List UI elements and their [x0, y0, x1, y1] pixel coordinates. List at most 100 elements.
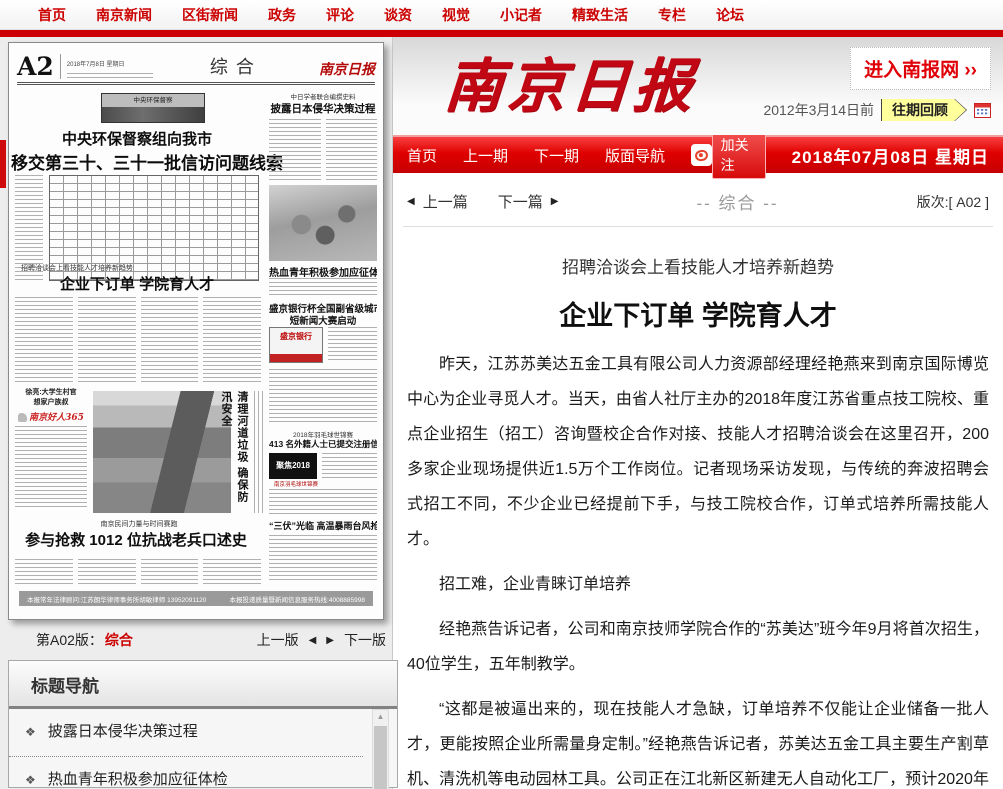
prev-page-link[interactable]: 上一版: [257, 630, 299, 650]
title-nav-list: ❖ 披露日本侵华决策过程 ❖ 热血青年积极参加应征体检 ❖ 盛京银行杯全国副省级…: [9, 709, 397, 789]
bullet-icon: ❖: [25, 725, 36, 739]
calendar-icon[interactable]: [974, 103, 991, 118]
paper-focus-row: 聚焦2018: [269, 453, 377, 479]
scroll-up-icon[interactable]: ▲: [373, 710, 388, 724]
top-nav-nanjing-news[interactable]: 南京新闻: [96, 5, 152, 25]
top-nav-column[interactable]: 专栏: [658, 5, 686, 25]
top-nav-life[interactable]: 精致生活: [572, 5, 628, 25]
title-nav-panel: 标题导航 ❖ 披露日本侵华决策过程 ❖ 热血青年积极参加应征体检 ❖ 盛京银行杯…: [8, 660, 398, 788]
haoren365-logo: 南京好人365: [15, 410, 87, 423]
archive-button[interactable]: 往期回顾: [881, 99, 967, 121]
paper-bottom-headline: 参与抢救 1012 位抗战老兵口述史: [11, 529, 261, 550]
title-nav-header: 标题导航: [9, 661, 397, 709]
title-nav-scrollbar[interactable]: ▲: [372, 709, 389, 789]
bank-logo: 盛京银行: [269, 327, 323, 363]
layout-nav-link[interactable]: 版面导航: [605, 145, 665, 166]
paper-exam-text: [269, 278, 377, 296]
top-nav: 首页 南京新闻 区街新闻 政务 评论 谈资 视觉 小记者 精致生活 专栏 论坛: [0, 0, 1003, 30]
paper-right-headline: 披露日本侵华决策过程: [269, 101, 377, 116]
haoren365-text: 南京好人365: [29, 413, 84, 423]
next-article-link[interactable]: 下一篇: [498, 191, 543, 212]
red-divider: [0, 30, 1003, 37]
paper-focus-text: [322, 453, 377, 479]
paper-bottom-text: [15, 559, 261, 585]
paper-bank-headline-2: 短新闻大赛启动: [269, 313, 377, 327]
archive-row: 2012年3月14日前 往期回顾: [763, 99, 991, 121]
paper-vertical-headline: 清理河道垃圾 确保防汛安全: [235, 391, 250, 513]
focus-2018-box: 聚焦2018: [269, 453, 317, 479]
top-nav-comment[interactable]: 评论: [326, 5, 354, 25]
paper-main-headline-line1: 中央环保督察组向我市: [11, 128, 263, 149]
article-title: 企业下订单 学院育人才: [393, 294, 1003, 333]
prev-issue-link[interactable]: 上一期: [463, 145, 508, 166]
top-nav-district-news[interactable]: 区街新闻: [182, 5, 238, 25]
paper-right-text-4: [269, 535, 377, 583]
next-article-icon[interactable]: ▶: [551, 196, 559, 207]
prev-article-icon[interactable]: ◀: [407, 196, 415, 207]
prev-page-icon[interactable]: ◀: [309, 635, 317, 646]
paper-villager-headline-2: 想家户族叔: [15, 397, 87, 407]
article-body: 昨天，江苏苏美达五金工具有限公司人力资源部经理经艳燕来到南京国际博览中心为企业寻…: [393, 347, 1003, 789]
right-column: 南京日报 进入南报网 ›› 2012年3月14日前 往期回顾 首页 上一期 下一…: [392, 37, 1003, 789]
article-paragraph: “这都是被逼出来的，现在技能人才急缺，订单培养不仅能让企业储备一批人才，更能按照…: [407, 692, 989, 789]
title-nav-item[interactable]: ❖ 热血青年积极参加应征体检: [9, 757, 363, 789]
paper-sanfu-headline: “三伏”光临 高温暴雨台风抢戏: [269, 519, 377, 532]
paper-vertical-caption: [254, 391, 263, 513]
focus-2018-sub: 南京羽毛球世锦赛: [269, 480, 323, 488]
paper-footer-bar: 本报常年法律顾问:江苏朗华律师事务所胡敏律师 13952091120 本报投递质…: [19, 591, 373, 606]
scrollbar-thumb[interactable]: [374, 726, 387, 789]
article-kicker: 招聘洽谈会上看技能人才培养新趋势: [393, 253, 1003, 278]
section-label: -- 综合 --: [558, 189, 916, 214]
title-nav-item-label: 披露日本侵华决策过程: [48, 721, 198, 744]
top-nav-junior-reporter[interactable]: 小记者: [500, 5, 542, 25]
top-nav-home[interactable]: 首页: [38, 5, 66, 25]
newspaper-logo[interactable]: 南京日报: [442, 39, 700, 123]
bank-logo-red-strip: [270, 354, 322, 362]
paper-badminton-headline: 413 名外籍人士已提交注册信息: [269, 438, 377, 450]
paper-mini-logo: 南京日报: [319, 59, 375, 79]
page-number-label: 版次:[ A02 ]: [917, 192, 989, 212]
prev-article-link[interactable]: 上一篇: [423, 191, 468, 212]
title-nav-item[interactable]: ❖ 披露日本侵华决策过程: [9, 709, 363, 757]
article-nav-row: ◀ 上一篇 下一篇 ▶ -- 综合 -- 版次:[ A02 ]: [403, 181, 993, 227]
left-edge-banner: [0, 140, 6, 188]
archive-date: 2012年3月14日前: [763, 100, 874, 120]
paper-bank-logo-row: 盛京银行: [269, 327, 377, 363]
weibo-follow-button[interactable]: 加关注: [712, 132, 766, 179]
page-label: 第A02版：: [36, 630, 103, 650]
paper-header: A2 2018年7月8日 星期日 综合 南京日报: [17, 49, 375, 85]
paper-section-title: 综合: [153, 53, 319, 79]
archive-button-label: 往期回顾: [882, 99, 966, 121]
paper-footer-left: 本报常年法律顾问:江苏朗华律师事务所胡敏律师 13952091120: [27, 594, 206, 604]
next-page-link[interactable]: 下一版: [344, 630, 386, 650]
paper-villager-box: 徐亮:大学生村官 想家户族叔 南京好人365: [15, 387, 87, 510]
weibo-icon[interactable]: [691, 144, 712, 166]
paper-bank-text: [328, 327, 377, 363]
top-nav-vision[interactable]: 视觉: [442, 5, 470, 25]
paper-main-headline: 中央环保督察组向我市 移交第三十、三十一批信访问题线索: [11, 128, 263, 174]
enter-site-button[interactable]: 进入南报网 ››: [850, 47, 991, 90]
paper-footer-right: 本报投递质量暨新闻信息服务热线:4008885998: [230, 594, 365, 604]
newspaper-page-scan[interactable]: A2 2018年7月8日 星期日 综合 南京日报 中央环保督察 中央环保督察组向…: [8, 42, 384, 620]
weibo-eye-glyph: [694, 148, 709, 161]
article-paragraph: 昨天，江苏苏美达五金工具有限公司人力资源部经理经艳燕来到南京国际博览中心为企业寻…: [407, 347, 989, 557]
top-nav-gov[interactable]: 政务: [268, 5, 296, 25]
paper-villager-headline-1: 徐亮:大学生村官: [15, 387, 87, 397]
paper-date: 2018年7月8日 星期日: [67, 62, 125, 68]
paper-exam-headline: 热血青年积极参加应征体检: [269, 264, 377, 279]
next-page-icon[interactable]: ▶: [326, 635, 334, 646]
paper-center-text: [15, 297, 261, 383]
top-nav-tanzi[interactable]: 谈资: [384, 5, 412, 25]
paper-editor-line: [67, 73, 153, 79]
next-issue-link[interactable]: 下一期: [534, 145, 579, 166]
paper-main-headline-line2: 移交第三十、三十一批信访问题线索: [11, 149, 263, 174]
page-switch-row: 第A02版： 综合 上一版 ◀ ▶ 下一版: [8, 630, 390, 650]
thumbs-up-icon: [18, 413, 27, 422]
title-nav-item-label: 热血青年积极参加应征体检: [48, 769, 228, 789]
article-paragraph: 招工难，企业青睐订单培养: [407, 567, 989, 602]
top-nav-forum[interactable]: 论坛: [716, 5, 744, 25]
issue-home-link[interactable]: 首页: [407, 145, 437, 166]
paper-right-text-2: [269, 369, 377, 425]
paper-center-headline: 企业下订单 学院育人才: [11, 273, 263, 294]
page-section: 综合: [105, 630, 133, 650]
